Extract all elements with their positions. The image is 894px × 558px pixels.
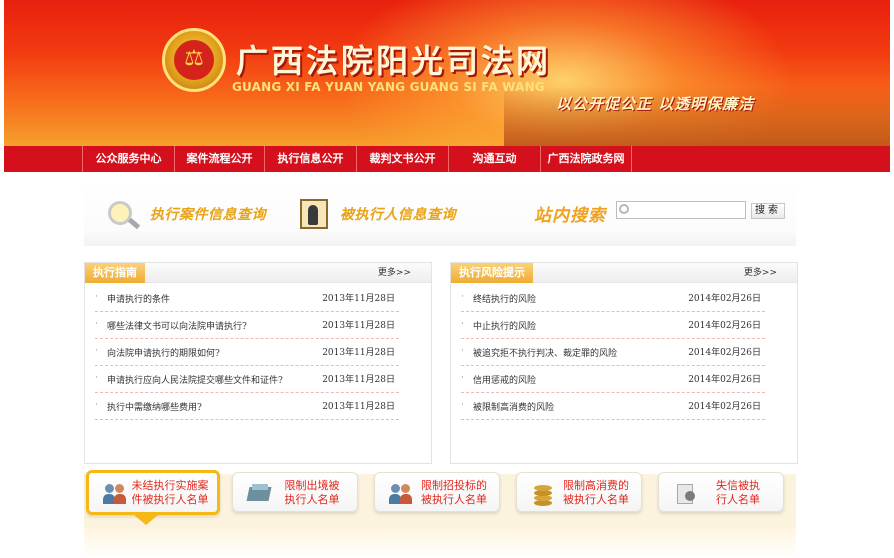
risk-panel-title: 执行风险提示: [451, 263, 533, 283]
category-label: 限制招投标的 被执行人名单: [421, 479, 487, 506]
list-item[interactable]: · 被限制高消费的风险 2014年02月26日: [461, 393, 765, 420]
category-dishonest-list[interactable]: 失信被执 行人名单: [658, 472, 784, 512]
active-category-pointer: [134, 515, 158, 525]
guide-more-link[interactable]: 更多>>: [378, 263, 411, 283]
list-item-title[interactable]: 申请执行的条件: [107, 292, 170, 305]
coins-icon: [531, 481, 555, 505]
list-item-title[interactable]: 向法院申请执行的期限如何?: [107, 346, 220, 359]
site-search-label: 站内搜索: [534, 206, 606, 226]
list-item-date: 2014年02月26日: [688, 375, 761, 385]
category-exit-restricted[interactable]: 限制出境被 执行人名单: [232, 472, 358, 512]
bullet-icon: ·: [461, 346, 464, 356]
case-query-link[interactable]: 执行案件信息查询: [104, 198, 266, 230]
bullet-icon: ·: [95, 346, 98, 356]
person-query-label: 被执行人信息查询: [340, 207, 456, 223]
search-icon: [619, 204, 629, 214]
list-item[interactable]: · 中止执行的风险 2014年02月26日: [461, 312, 765, 339]
bullet-icon: ·: [461, 373, 464, 383]
bullet-icon: ·: [461, 400, 464, 410]
list-item-date: 2013年11月28日: [322, 402, 395, 412]
person-query-link[interactable]: 被执行人信息查询: [294, 198, 456, 230]
nav-item-interaction[interactable]: 沟通互动: [448, 146, 540, 172]
search-input[interactable]: [616, 201, 746, 219]
bullet-icon: ·: [95, 373, 98, 383]
risk-more-link[interactable]: 更多>>: [744, 263, 777, 283]
site-banner: ⚖ 广西法院阳光司法网 GUANG XI FA YUAN YANG GUANG …: [4, 0, 890, 146]
list-item-title[interactable]: 被限制高消费的风险: [473, 400, 554, 413]
list-item-date: 2014年02月26日: [688, 402, 761, 412]
risk-panel-header: 执行风险提示 更多>>: [451, 263, 797, 283]
site-pinyin: GUANG XI FA YUAN YANG GUANG SI FA WANG: [232, 80, 545, 94]
list-item[interactable]: · 申请执行的条件 2013年11月28日: [95, 285, 399, 312]
list-item[interactable]: · 哪些法律文书可以向法院申请执行? 2013年11月28日: [95, 312, 399, 339]
people-icon: [103, 481, 127, 505]
people-icon: [389, 481, 413, 505]
bullet-icon: ·: [95, 400, 98, 410]
search-button[interactable]: 搜索: [751, 203, 785, 219]
list-item-title[interactable]: 被追究拒不执行判决、裁定罪的风险: [473, 346, 617, 359]
category-label: 未结执行实施案 件被执行人名单: [131, 479, 209, 506]
list-item-date: 2014年02月26日: [688, 321, 761, 331]
nav-item-execution-info[interactable]: 执行信息公开: [264, 146, 356, 172]
list-item[interactable]: · 执行中需缴纳哪些费用? 2013年11月28日: [95, 393, 399, 420]
list-item-date: 2013年11月28日: [322, 321, 395, 331]
bullet-icon: ·: [461, 292, 464, 302]
scales-icon: ⚖: [184, 46, 204, 71]
nav-item-gov-affairs[interactable]: 广西法院政务网: [540, 146, 632, 172]
bullet-icon: ·: [461, 319, 464, 329]
bullet-icon: ·: [95, 319, 98, 329]
list-item-title[interactable]: 申请执行应向人民法院提交哪些文件和证件?: [107, 373, 283, 386]
list-item-title[interactable]: 终结执行的风险: [473, 292, 536, 305]
list-item[interactable]: · 向法院申请执行的期限如何? 2013年11月28日: [95, 339, 399, 366]
list-item-date: 2013年11月28日: [322, 375, 395, 385]
list-item-title[interactable]: 执行中需缴纳哪些费用?: [107, 400, 202, 413]
category-bidding-restricted[interactable]: 限制招投标的 被执行人名单: [374, 472, 500, 512]
person-door-icon: [294, 199, 332, 229]
list-item[interactable]: · 申请执行应向人民法院提交哪些文件和证件? 2013年11月28日: [95, 366, 399, 393]
category-consumption-restricted[interactable]: 限制高消费的 被执行人名单: [516, 472, 642, 512]
list-item[interactable]: · 被追究拒不执行判决、裁定罪的风险 2014年02月26日: [461, 339, 765, 366]
guide-panel: 执行指南 更多>> · 申请执行的条件 2013年11月28日 · 哪些法律文书…: [84, 262, 432, 464]
category-label: 限制高消费的 被执行人名单: [563, 479, 629, 506]
bullet-icon: ·: [95, 292, 98, 302]
category-unresolved-cases[interactable]: 未结执行实施案 件被执行人名单: [86, 470, 220, 515]
list-item-date: 2013年11月28日: [322, 348, 395, 358]
category-label: 失信被执 行人名单: [716, 479, 760, 506]
case-query-label: 执行案件信息查询: [150, 207, 266, 223]
category-label: 限制出境被 执行人名单: [284, 479, 340, 506]
list-item-title[interactable]: 中止执行的风险: [473, 319, 536, 332]
category-content-area: [84, 528, 796, 558]
nav-item-case-process[interactable]: 案件流程公开: [174, 146, 264, 172]
list-item[interactable]: · 终结执行的风险 2014年02月26日: [461, 285, 765, 312]
list-item[interactable]: · 信用惩戒的风险 2014年02月26日: [461, 366, 765, 393]
list-item-title[interactable]: 信用惩戒的风险: [473, 373, 536, 386]
risk-panel: 执行风险提示 更多>> · 终结执行的风险 2014年02月26日 · 中止执行…: [450, 262, 798, 464]
list-item-date: 2014年02月26日: [688, 348, 761, 358]
guide-panel-title: 执行指南: [85, 263, 145, 283]
document-icon: [673, 481, 697, 505]
court-emblem-icon: ⚖: [162, 28, 226, 92]
nav-item-public-service[interactable]: 公众服务中心: [82, 146, 174, 172]
ticket-icon: [246, 481, 272, 505]
main-nav: 公众服务中心 案件流程公开 执行信息公开 裁判文书公开 沟通互动 广西法院政务网: [4, 146, 890, 172]
list-item-title[interactable]: 哪些法律文书可以向法院申请执行?: [107, 319, 247, 332]
guide-panel-header: 执行指南 更多>>: [85, 263, 431, 283]
site-title: 广西法院阳光司法网: [236, 42, 552, 80]
site-slogan: 以公开促公正 以透明保廉洁: [556, 95, 755, 113]
magnifier-icon: [104, 199, 142, 230]
list-item-date: 2014年02月26日: [688, 294, 761, 304]
list-item-date: 2013年11月28日: [322, 294, 395, 304]
nav-item-judgments[interactable]: 裁判文书公开: [356, 146, 448, 172]
